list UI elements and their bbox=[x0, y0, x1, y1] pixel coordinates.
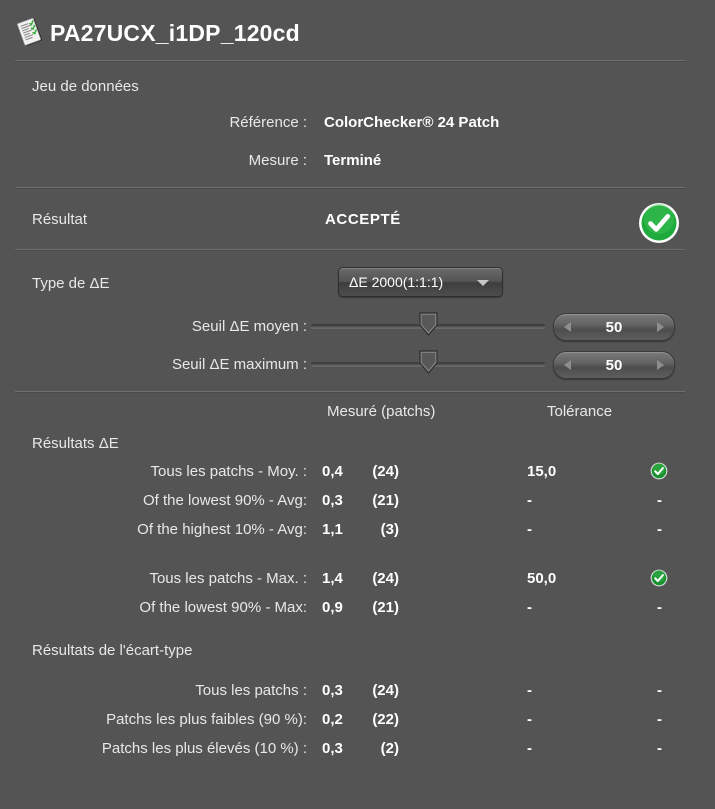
results-table: Mesuré (patchs) Tolérance Résultats ΔE T… bbox=[0, 393, 715, 765]
group-title: Résultats ΔE bbox=[32, 435, 119, 452]
avg-threshold-row: Seuil ΔE moyen : 50 bbox=[0, 307, 715, 345]
slider-thumb[interactable] bbox=[419, 312, 438, 336]
row-status-dash: - bbox=[657, 711, 662, 728]
row-status-dash: - bbox=[657, 682, 662, 699]
delta-e-settings-section: Type de ΔE ΔE 2000(1:1:1) Seuil ΔE moyen… bbox=[0, 251, 715, 391]
row-measured-value: 0,4 bbox=[322, 463, 343, 480]
row-status-ok-icon bbox=[650, 462, 668, 480]
table-row: Patchs les plus élevés (10 %) : 0,3 (2) … bbox=[0, 736, 715, 765]
row-status-dash: - bbox=[657, 740, 662, 757]
spinner-left-arrow-icon[interactable] bbox=[564, 322, 571, 332]
row-status-dash: - bbox=[657, 492, 662, 509]
row-measured-value: 0,9 bbox=[322, 599, 343, 616]
row-tolerance: - bbox=[527, 599, 532, 616]
row-patch-count: (24) bbox=[372, 463, 399, 480]
table-row: Patchs les plus faibles (90 %): 0,2 (22)… bbox=[0, 707, 715, 736]
row-measured-value: 0,3 bbox=[322, 740, 343, 757]
row-status-ok-icon bbox=[650, 569, 668, 587]
row-patch-count: (3) bbox=[380, 521, 399, 538]
table-row: Of the lowest 90% - Avg: 0,3 (21) - - bbox=[0, 488, 715, 517]
dataset-row-reference: Référence : ColorChecker® 24 Patch bbox=[0, 103, 715, 141]
row-label: Of the lowest 90% - Max: bbox=[139, 599, 307, 616]
max-threshold-value: 50 bbox=[605, 356, 623, 374]
page-title: PA27UCX_i1DP_120cd bbox=[50, 19, 300, 46]
row-label: Tous les patchs - Moy. : bbox=[150, 463, 307, 480]
row-measured-value: 1,1 bbox=[322, 521, 343, 538]
avg-threshold-slider[interactable] bbox=[311, 312, 545, 336]
row-label: Tous les patchs : bbox=[195, 682, 307, 699]
spinner-right-arrow-icon[interactable] bbox=[657, 360, 664, 370]
table-row: Of the lowest 90% - Max: 0,9 (21) - - bbox=[0, 595, 715, 624]
avg-threshold-value: 50 bbox=[605, 318, 623, 336]
row-tolerance: 50,0 bbox=[527, 570, 557, 587]
row-status-dash: - bbox=[657, 521, 662, 538]
row-measured-value: 0,3 bbox=[322, 492, 343, 509]
row-tolerance: - bbox=[527, 711, 532, 728]
column-header-measured: Mesuré (patchs) bbox=[327, 403, 436, 420]
delta-e-type-label: Type de ΔE bbox=[32, 274, 110, 292]
row-status-dash: - bbox=[657, 599, 662, 616]
table-row: Tous les patchs : 0,3 (24) - - bbox=[0, 678, 715, 707]
report-document-icon bbox=[14, 17, 46, 49]
delta-e-type-selected: ΔE 2000(1:1:1) bbox=[349, 274, 444, 290]
avg-threshold-label: Seuil ΔE moyen : bbox=[191, 317, 307, 335]
slider-thumb[interactable] bbox=[419, 350, 438, 374]
row-patch-count: (21) bbox=[372, 599, 399, 616]
reference-label: Référence : bbox=[229, 113, 307, 131]
row-label: Patchs les plus élevés (10 %) : bbox=[101, 740, 307, 757]
row-measured-value: 1,4 bbox=[322, 570, 343, 587]
max-threshold-label: Seuil ΔE maximum : bbox=[171, 355, 307, 373]
deltae-report-panel: PA27UCX_i1DP_120cd Jeu de données Référe… bbox=[0, 0, 715, 809]
row-label: Patchs les plus faibles (90 %): bbox=[106, 711, 307, 728]
row-tolerance: - bbox=[527, 740, 532, 757]
spinner-right-arrow-icon[interactable] bbox=[657, 322, 664, 332]
table-row: Tous les patchs - Moy. : 0,4 (24) 15,0 bbox=[0, 459, 715, 488]
max-threshold-slider[interactable] bbox=[311, 350, 545, 374]
table-column-headers: Mesuré (patchs) Tolérance bbox=[0, 393, 715, 429]
row-label: Tous les patchs - Max. : bbox=[149, 570, 307, 587]
title-bar: PA27UCX_i1DP_120cd bbox=[0, 0, 715, 52]
result-section: Résultat ACCEPTÉ bbox=[0, 189, 715, 249]
row-tolerance: - bbox=[527, 682, 532, 699]
result-label: Résultat bbox=[32, 210, 88, 228]
dataset-section: Jeu de données Référence : ColorChecker®… bbox=[0, 62, 715, 179]
dataset-row-measure: Mesure : Terminé bbox=[0, 141, 715, 179]
column-header-tolerance: Tolérance bbox=[547, 403, 613, 420]
table-group-std-dev: Résultats de l'écart-type Tous les patch… bbox=[0, 636, 715, 765]
result-value: ACCEPTÉ bbox=[325, 210, 401, 228]
row-patch-count: (24) bbox=[372, 570, 399, 587]
max-threshold-row: Seuil ΔE maximum : 50 bbox=[0, 345, 715, 383]
row-measured-value: 0,3 bbox=[322, 682, 343, 699]
row-patch-count: (22) bbox=[372, 711, 399, 728]
spinner-left-arrow-icon[interactable] bbox=[564, 360, 571, 370]
row-patch-count: (24) bbox=[372, 682, 399, 699]
delta-e-type-dropdown[interactable]: ΔE 2000(1:1:1) bbox=[338, 267, 503, 297]
chevron-down-icon bbox=[477, 280, 489, 286]
row-tolerance: - bbox=[527, 521, 532, 538]
table-row: Tous les patchs - Max. : 1,4 (24) 50,0 bbox=[0, 566, 715, 595]
table-group-delta-e: Résultats ΔE Tous les patchs - Moy. : 0,… bbox=[0, 429, 715, 624]
row-label: Of the lowest 90% - Avg: bbox=[143, 492, 307, 509]
row-label: Of the highest 10% - Avg: bbox=[137, 521, 307, 538]
row-patch-count: (2) bbox=[380, 740, 399, 757]
table-row: Of the highest 10% - Avg: 1,1 (3) - - bbox=[0, 517, 715, 546]
row-tolerance: 15,0 bbox=[527, 463, 557, 480]
row-tolerance: - bbox=[527, 492, 532, 509]
row-patch-count: (21) bbox=[372, 492, 399, 509]
measure-value: Terminé bbox=[324, 151, 382, 169]
delta-e-type-row: Type de ΔE ΔE 2000(1:1:1) bbox=[0, 259, 715, 307]
row-spacer bbox=[0, 546, 715, 566]
max-threshold-spinner[interactable]: 50 bbox=[553, 351, 675, 379]
green-check-circle-icon bbox=[638, 202, 680, 244]
measure-label: Mesure : bbox=[248, 151, 307, 169]
group-title: Résultats de l'écart-type bbox=[32, 642, 193, 659]
dataset-group-label: Jeu de données bbox=[32, 78, 139, 95]
row-measured-value: 0,2 bbox=[322, 711, 343, 728]
reference-value: ColorChecker® 24 Patch bbox=[324, 113, 500, 131]
avg-threshold-spinner[interactable]: 50 bbox=[553, 313, 675, 341]
